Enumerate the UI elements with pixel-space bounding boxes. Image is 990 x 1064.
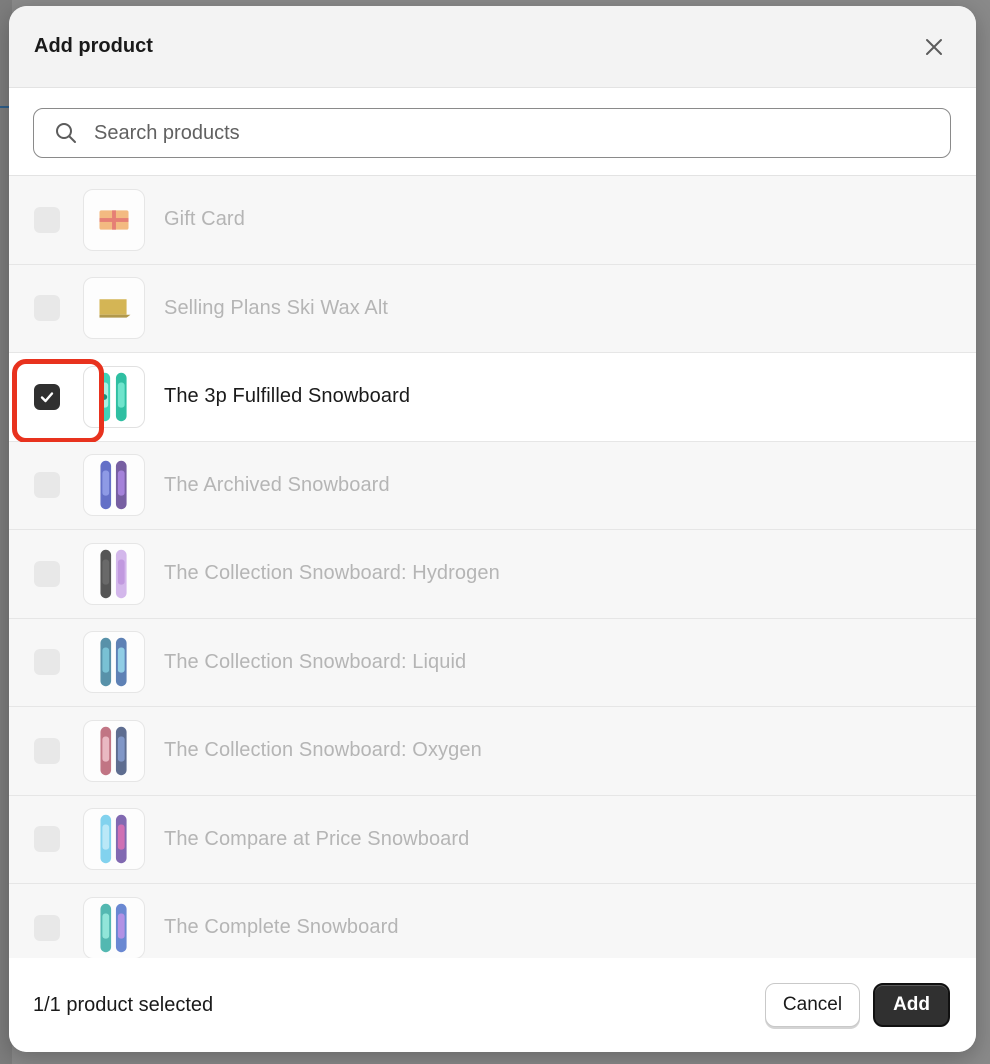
product-checkbox[interactable] bbox=[34, 914, 60, 941]
product-thumbnail bbox=[83, 365, 145, 428]
product-checkbox[interactable] bbox=[34, 206, 60, 233]
close-icon bbox=[926, 38, 942, 55]
product-list: Gift Card Selling Plans Ski Wax Alt The 3p… bbox=[9, 176, 976, 958]
selection-count: 1/1 product selected bbox=[33, 993, 214, 1016]
product-row[interactable]: The Collection Snowboard: Oxygen bbox=[9, 707, 976, 796]
modal-title: Add product bbox=[34, 35, 153, 57]
product-name: The Collection Snowboard: Hydrogen bbox=[164, 562, 500, 585]
product-checkbox[interactable] bbox=[34, 472, 60, 499]
product-row[interactable]: The Complete Snowboard bbox=[9, 884, 976, 958]
close-button[interactable] bbox=[918, 31, 950, 63]
product-checkbox[interactable] bbox=[34, 560, 60, 587]
product-name: The Complete Snowboard bbox=[164, 916, 399, 939]
product-name: Selling Plans Ski Wax Alt bbox=[164, 296, 389, 319]
product-name: The Compare at Price Snowboard bbox=[164, 827, 470, 850]
product-checkbox[interactable] bbox=[34, 383, 60, 410]
product-row[interactable]: The 3p Fulfilled Snowboard bbox=[9, 353, 976, 443]
cancel-button[interactable]: Cancel bbox=[764, 983, 861, 1027]
product-name: The Archived Snowboard bbox=[164, 473, 390, 496]
product-checkbox[interactable] bbox=[34, 826, 60, 853]
product-thumbnail bbox=[83, 719, 145, 782]
product-thumbnail bbox=[83, 808, 145, 871]
product-row[interactable]: Gift Card bbox=[9, 176, 976, 265]
product-checkbox[interactable] bbox=[34, 295, 60, 322]
checkmark-icon bbox=[40, 392, 54, 402]
product-name: Gift Card bbox=[164, 208, 245, 231]
search-bar bbox=[9, 88, 976, 176]
product-checkbox[interactable] bbox=[34, 649, 60, 676]
add-product-modal: Add product Gift Card Selling Plans Ski W… bbox=[9, 6, 976, 1052]
product-row[interactable]: The Collection Snowboard: Hydrogen bbox=[9, 530, 976, 619]
product-thumbnail bbox=[83, 542, 145, 605]
product-thumbnail bbox=[83, 454, 145, 517]
modal-header: Add product bbox=[9, 6, 976, 88]
product-row[interactable]: Selling Plans Ski Wax Alt bbox=[9, 264, 976, 353]
product-name: The Collection Snowboard: Oxygen bbox=[164, 739, 482, 762]
add-button[interactable]: Add bbox=[873, 983, 950, 1027]
search-box[interactable] bbox=[33, 108, 951, 158]
product-thumbnail bbox=[83, 631, 145, 694]
modal-footer: 1/1 product selected Cancel Add bbox=[9, 958, 976, 1052]
search-icon bbox=[56, 123, 76, 143]
product-thumbnail bbox=[83, 188, 145, 251]
product-checkbox[interactable] bbox=[34, 737, 60, 764]
product-name: The Collection Snowboard: Liquid bbox=[164, 650, 467, 673]
search-input[interactable] bbox=[94, 121, 932, 145]
product-name: The 3p Fulfilled Snowboard bbox=[164, 385, 411, 408]
product-row[interactable]: The Collection Snowboard: Liquid bbox=[9, 618, 976, 707]
product-thumbnail bbox=[83, 277, 145, 340]
product-row[interactable]: The Compare at Price Snowboard bbox=[9, 795, 976, 884]
footer-actions: Cancel Add bbox=[764, 983, 950, 1027]
product-row[interactable]: The Archived Snowboard bbox=[9, 441, 976, 530]
product-thumbnail bbox=[83, 896, 145, 958]
